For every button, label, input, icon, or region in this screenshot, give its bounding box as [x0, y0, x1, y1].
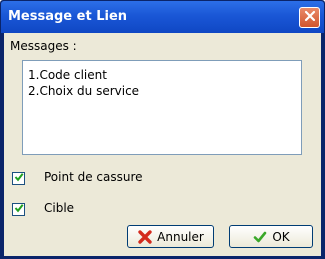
messages-textarea[interactable]: 1.Code client 2.Choix du service: [22, 60, 302, 155]
ok-button[interactable]: OK: [229, 225, 313, 248]
checkmark-icon: [14, 171, 24, 185]
cancel-button[interactable]: Annuler: [127, 225, 214, 248]
cible-option[interactable]: Cible: [12, 201, 74, 217]
close-button[interactable]: [299, 7, 320, 28]
cible-checkbox[interactable]: [12, 202, 25, 216]
window-title: Message et Lien: [8, 9, 128, 24]
message-line: 2.Choix du service: [28, 84, 140, 98]
cancel-label: Annuler: [157, 229, 204, 244]
checkmark-icon: [14, 202, 24, 216]
point-de-cassure-label: Point de cassure: [44, 170, 143, 184]
close-icon: [304, 10, 316, 25]
message-line: 1.Code client: [28, 68, 107, 82]
cible-label: Cible: [44, 201, 75, 215]
dialog-window: Message et Lien Messages : 1.Code client…: [0, 0, 325, 259]
green-check-icon: [252, 229, 268, 245]
point-de-cassure-option[interactable]: Point de cassure: [12, 170, 143, 186]
dialog-body: Messages : 1.Code client 2.Choix du serv…: [4, 33, 321, 256]
red-x-icon: [137, 229, 153, 245]
ok-label: OK: [272, 229, 290, 244]
messages-label: Messages :: [10, 39, 77, 53]
point-de-cassure-checkbox[interactable]: [12, 171, 25, 185]
title-bar[interactable]: Message et Lien: [1, 1, 324, 33]
